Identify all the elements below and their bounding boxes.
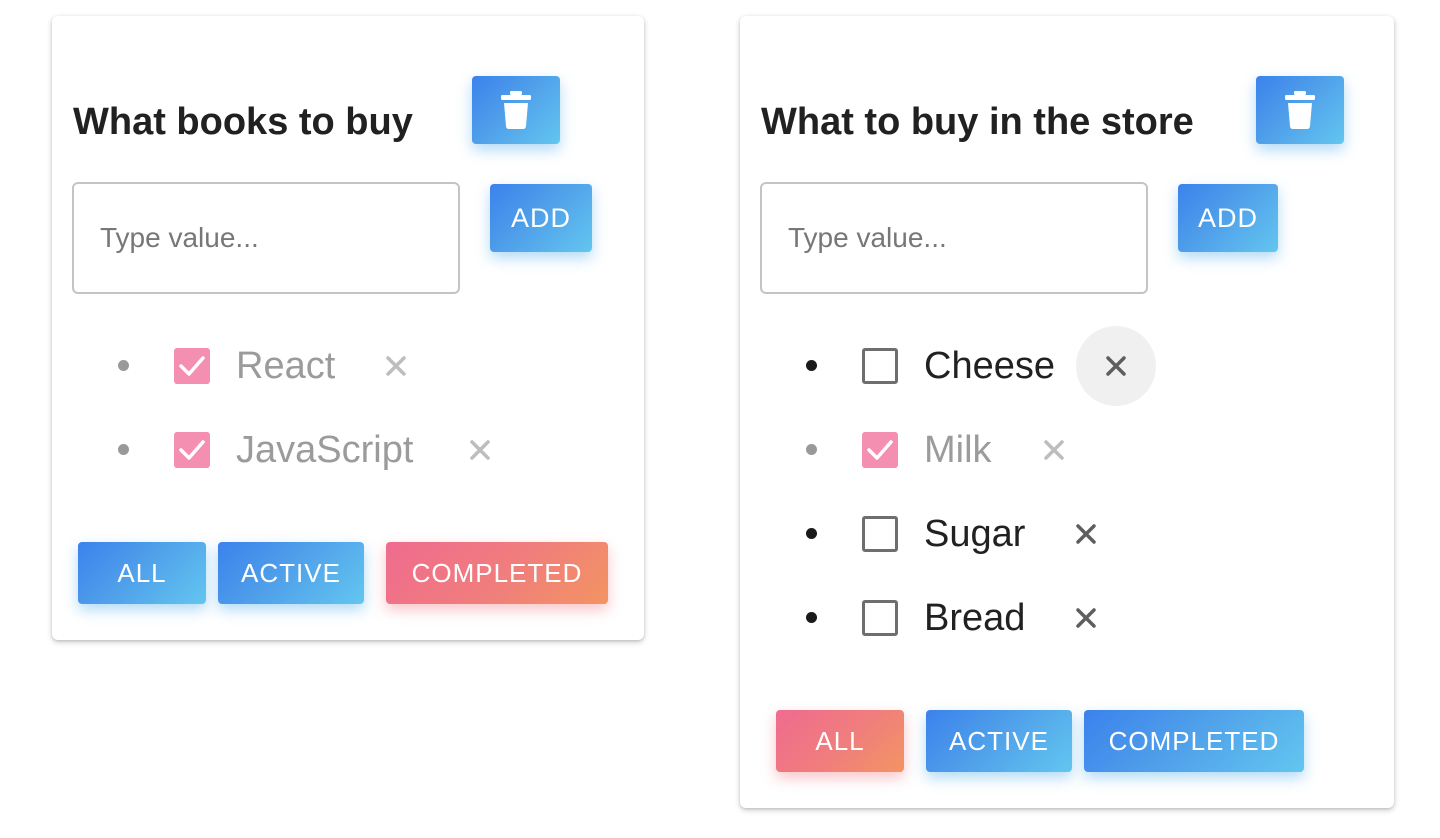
close-icon — [1106, 356, 1126, 376]
filter-completed-button[interactable]: COMPLETED — [1084, 710, 1304, 772]
delete-list-button[interactable] — [1256, 76, 1344, 144]
filter-active-button[interactable]: ACTIVE — [926, 710, 1072, 772]
filter-completed-button[interactable]: COMPLETED — [386, 542, 608, 604]
bullet — [806, 444, 817, 455]
task-label[interactable]: JavaScript — [236, 428, 413, 472]
filter-all-button[interactable]: ALL — [776, 710, 904, 772]
remove-task-button[interactable] — [1076, 326, 1156, 406]
close-icon — [1076, 608, 1096, 628]
task-label[interactable]: Bread — [924, 596, 1025, 640]
task-item-sugar: Sugar — [740, 492, 1394, 576]
close-icon — [1044, 440, 1064, 460]
task-label[interactable]: Cheese — [924, 344, 1055, 388]
new-task-input[interactable] — [760, 182, 1148, 294]
todolist-card-books: What books to buy ADD React — [52, 16, 644, 640]
remove-task-button[interactable] — [1066, 598, 1106, 638]
trash-icon — [501, 91, 531, 129]
task-checkbox[interactable] — [174, 348, 210, 384]
bullet — [118, 360, 129, 371]
task-checkbox[interactable] — [862, 348, 898, 384]
task-checkbox[interactable] — [174, 432, 210, 468]
bullet — [806, 528, 817, 539]
check-icon — [867, 440, 893, 460]
todolist-title[interactable]: What books to buy — [73, 100, 413, 144]
task-item-bread: Bread — [740, 576, 1394, 660]
add-task-button[interactable]: ADD — [1178, 184, 1278, 252]
close-icon — [470, 440, 490, 460]
remove-task-button[interactable] — [376, 346, 416, 386]
task-checkbox[interactable] — [862, 600, 898, 636]
task-label[interactable]: Milk — [924, 428, 992, 472]
bullet — [806, 612, 817, 623]
todolist-card-store: What to buy in the store ADD Cheese — [740, 16, 1394, 808]
task-checkbox[interactable] — [862, 432, 898, 468]
task-label[interactable]: React — [236, 344, 335, 388]
remove-task-button[interactable] — [460, 430, 500, 470]
bullet — [806, 360, 817, 371]
remove-task-button[interactable] — [1034, 430, 1074, 470]
todolist-title[interactable]: What to buy in the store — [761, 100, 1194, 144]
delete-list-button[interactable] — [472, 76, 560, 144]
close-icon — [1076, 524, 1096, 544]
check-icon — [179, 440, 205, 460]
new-task-input[interactable] — [72, 182, 460, 294]
close-icon — [386, 356, 406, 376]
task-checkbox[interactable] — [862, 516, 898, 552]
task-item-javascript: JavaScript — [52, 408, 644, 492]
task-item-react: React — [52, 324, 644, 408]
bullet — [118, 444, 129, 455]
task-item-milk: Milk — [740, 408, 1394, 492]
trash-icon — [1285, 91, 1315, 129]
task-item-cheese: Cheese — [740, 324, 1394, 408]
filter-all-button[interactable]: ALL — [78, 542, 206, 604]
check-icon — [179, 356, 205, 376]
task-label[interactable]: Sugar — [924, 512, 1025, 556]
remove-task-button[interactable] — [1066, 514, 1106, 554]
filter-active-button[interactable]: ACTIVE — [218, 542, 364, 604]
add-task-button[interactable]: ADD — [490, 184, 592, 252]
